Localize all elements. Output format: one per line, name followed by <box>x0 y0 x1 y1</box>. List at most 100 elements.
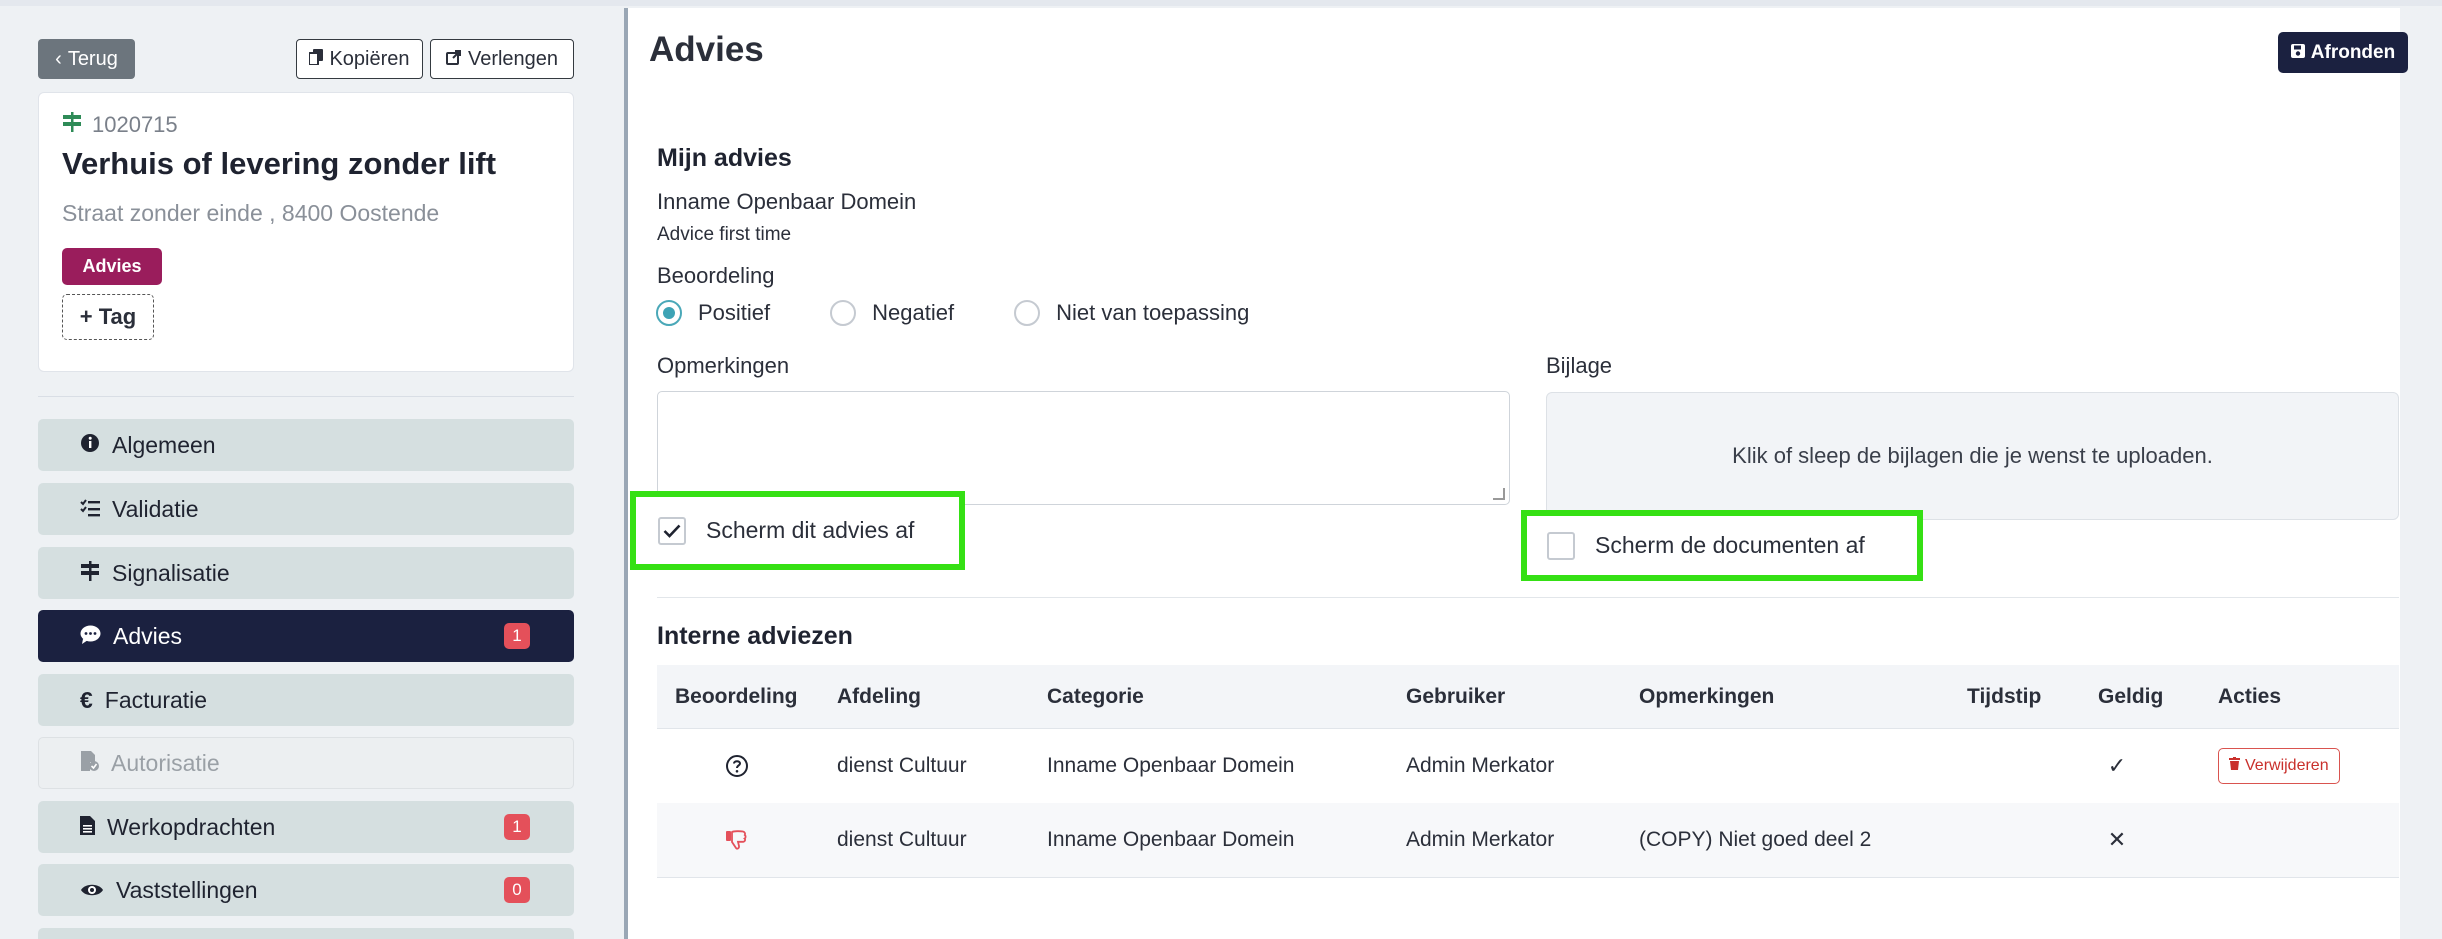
rating-radio-group: Positief Negatief Niet van toepassing <box>656 300 1289 326</box>
radio-niet-van-toepassing[interactable]: Niet van toepassing <box>1014 300 1249 326</box>
top-strip <box>0 0 2442 6</box>
radio-label-niet-van-toepassing: Niet van toepassing <box>1056 300 1250 325</box>
shield-advice-checkbox-row[interactable]: Scherm dit advies af <box>636 497 959 564</box>
sidebar-item-werkopdrachten[interactable]: Werkopdrachten 1 <box>38 801 574 853</box>
radio-button[interactable] <box>1014 300 1041 326</box>
count-badge: 1 <box>504 814 530 840</box>
extend-button[interactable]: Verlengen <box>430 39 574 79</box>
count-badge: 0 <box>504 877 530 903</box>
back-button-label: Terug <box>67 47 118 70</box>
sidebar-divider <box>38 396 574 397</box>
euro-icon: € <box>80 686 93 713</box>
sidebar-item-algemeen[interactable]: Algemeen <box>38 419 574 471</box>
checkmark-icon <box>663 524 681 538</box>
page-title: Advies <box>649 30 764 69</box>
copy-icon <box>308 48 324 71</box>
question-circle-icon <box>725 729 749 803</box>
share-icon <box>445 48 462 71</box>
shield-docs-checkbox[interactable] <box>1547 531 1575 560</box>
trash-icon <box>2229 757 2240 775</box>
radio-positief[interactable]: Positief <box>656 300 770 326</box>
case-number-text: 1020715 <box>92 112 178 137</box>
signpost-icon <box>62 112 82 138</box>
thumbs-down-icon <box>725 803 747 877</box>
sidebar-item-label: Vaststellingen <box>116 876 258 903</box>
radio-button[interactable] <box>830 300 857 326</box>
sidebar-item-advies[interactable]: Advies 1 <box>38 610 574 662</box>
copy-button[interactable]: Kopiëren <box>296 39 423 79</box>
comment-icon <box>80 623 101 650</box>
file-check-icon <box>81 750 99 777</box>
resize-handle[interactable] <box>1493 488 1505 500</box>
info-icon <box>80 432 100 459</box>
column-header: Afdeling <box>837 684 921 708</box>
file-icon <box>80 814 95 841</box>
case-address: Straat zonder einde , 8400 Oostende <box>62 200 440 226</box>
radio-negatief[interactable]: Negatief <box>830 300 954 326</box>
table-header: Beoordeling Afdeling Categorie Gebruiker… <box>657 665 2399 728</box>
shield-advice-highlight: Scherm dit advies af <box>630 491 965 570</box>
cell-remarks: (COPY) Niet goed deel 2 <box>1639 828 1872 851</box>
case-number: 1020715 <box>62 112 178 138</box>
sidebar-item-label: Facturatie <box>104 686 208 713</box>
shield-advice-label: Scherm dit advies af <box>706 517 915 543</box>
sidebar-item-facturatie[interactable]: € Facturatie <box>38 674 574 726</box>
column-header: Gebruiker <box>1406 684 1506 708</box>
cell-department: dienst Cultuur <box>837 828 967 851</box>
eye-icon <box>80 877 104 904</box>
shield-docs-label: Scherm de documenten af <box>1595 532 1865 558</box>
valid-icon: ✓ <box>2107 753 2127 778</box>
radio-button[interactable] <box>656 300 682 326</box>
signpost-icon <box>80 560 100 587</box>
cell-category: Inname Openbaar Domein <box>1047 754 1295 777</box>
sidebar-item-label: Autorisatie <box>111 749 220 776</box>
sidebar-item-vaststellingen[interactable]: Vaststellingen 0 <box>38 864 574 916</box>
column-header: Geldig <box>2098 684 2164 708</box>
table-row: dienst Cultuur Inname Openbaar Domein Ad… <box>657 803 2399 878</box>
cell-user: Admin Merkator <box>1406 828 1555 851</box>
rating-label: Beoordeling <box>657 263 775 288</box>
case-title: Verhuis of levering zonder lift <box>62 146 497 181</box>
section-divider <box>657 597 2399 598</box>
save-icon <box>2290 42 2305 64</box>
shield-advice-checkbox[interactable] <box>658 516 686 545</box>
shield-docs-highlight: Scherm de documenten af <box>1521 510 1923 581</box>
radio-label-positief: Positief <box>698 300 771 325</box>
cell-category: Inname Openbaar Domein <box>1047 828 1295 851</box>
back-button[interactable]: ‹ Terug <box>38 39 135 79</box>
sidebar-item-signalisatie[interactable]: Signalisatie <box>38 547 574 599</box>
column-header: Tijdstip <box>1967 684 2042 708</box>
finish-button[interactable]: Afronden <box>2278 32 2408 73</box>
checklist-icon <box>80 496 100 523</box>
invalid-icon: ✕ <box>2107 827 2127 852</box>
sidebar-item-cutoff[interactable] <box>38 928 574 939</box>
add-tag-button[interactable]: + Tag <box>62 294 154 340</box>
cell-department: dienst Cultuur <box>837 754 967 777</box>
delete-button[interactable]: Verwijderen <box>2218 748 2340 784</box>
sidebar-item-validatie[interactable]: Validatie <box>38 483 574 535</box>
table-row: dienst Cultuur Inname Openbaar Domein Ad… <box>657 728 2399 804</box>
finish-button-label: Afronden <box>2310 41 2396 63</box>
dropzone-text: Klik of sleep de bijlagen die je wenst t… <box>1732 443 2213 468</box>
sidebar-item-autorisatie: Autorisatie <box>38 737 574 789</box>
my-advice-heading: Mijn advies <box>657 144 792 172</box>
advice-category: Inname Openbaar Domein <box>657 189 917 214</box>
advice-subtitle: Advice first time <box>657 224 792 245</box>
sidebar-item-label: Signalisatie <box>112 559 230 586</box>
chevron-left-icon: ‹ <box>55 47 62 70</box>
count-badge: 1 <box>504 623 530 649</box>
sidebar-item-label: Advies <box>113 622 183 649</box>
sidebar-item-label: Werkopdrachten <box>107 813 276 840</box>
column-header: Acties <box>2218 684 2282 708</box>
sidebar-item-label: Validatie <box>112 495 199 522</box>
copy-button-label: Kopiëren <box>329 47 410 70</box>
attachment-label: Bijlage <box>1546 353 1613 378</box>
remarks-label: Opmerkingen <box>657 353 790 378</box>
shield-docs-checkbox-row[interactable]: Scherm de documenten af <box>1527 516 1917 575</box>
status-badge: Advies <box>62 248 162 285</box>
remarks-textarea[interactable] <box>657 391 1510 505</box>
cell-actions: Verwijderen <box>2218 729 2340 803</box>
attachment-dropzone[interactable]: Klik of sleep de bijlagen die je wenst t… <box>1546 392 2399 520</box>
column-header: Beoordeling <box>675 684 798 708</box>
extend-button-label: Verlengen <box>467 47 559 70</box>
